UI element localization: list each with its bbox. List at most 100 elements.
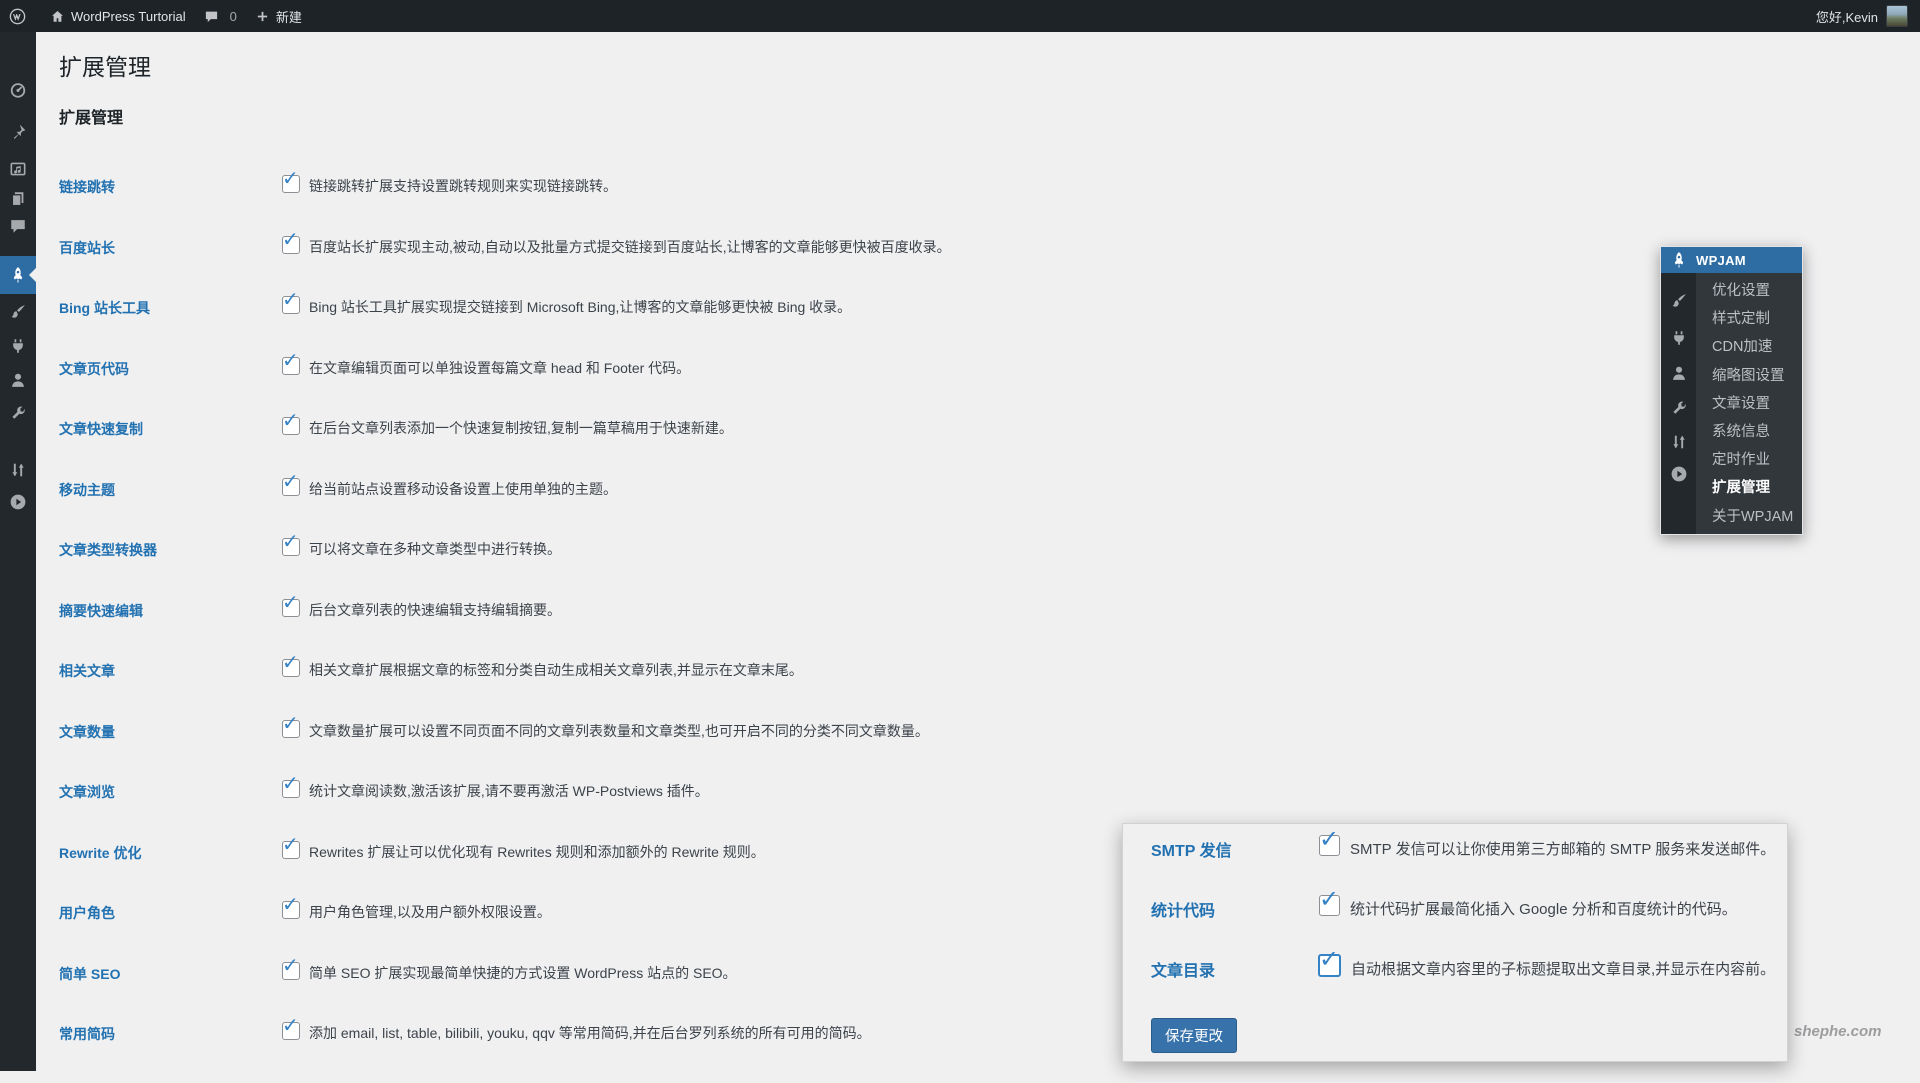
extension-checkbox[interactable]: ✓ bbox=[282, 841, 300, 859]
flyout-header[interactable]: WPJAM bbox=[1661, 247, 1802, 273]
sidebar-item[interactable] bbox=[0, 154, 36, 184]
setting-name-link[interactable]: 文章目录 bbox=[1151, 955, 1319, 981]
extension-checkbox[interactable]: ✓ bbox=[282, 357, 300, 375]
extension-description: Rewrites 扩展让可以优化现有 Rewrites 规则和添加额外的 Rew… bbox=[309, 841, 765, 861]
extension-name-link[interactable]: Bing 站长工具 bbox=[59, 296, 282, 318]
extension-checkbox[interactable]: ✓ bbox=[282, 780, 300, 798]
pages-icon bbox=[9, 190, 27, 208]
site-name-link[interactable]: WordPress Turtorial bbox=[41, 0, 195, 32]
comments-shortcut[interactable]: 0 bbox=[195, 0, 246, 32]
extension-description: 添加 email, list, table, bilibili, youku, … bbox=[309, 1022, 871, 1042]
setting-checkbox[interactable]: ✓ bbox=[1318, 954, 1341, 977]
extension-name-link[interactable]: 文章数量 bbox=[59, 720, 282, 742]
setting-row: SMTP 发信 ✓ SMTP 发信可以让你使用第三方邮箱的 SMTP 服务来发送… bbox=[1123, 824, 1787, 884]
setting-name-link[interactable]: 统计代码 bbox=[1151, 895, 1319, 921]
extension-checkbox[interactable]: ✓ bbox=[282, 599, 300, 617]
extension-name-link[interactable]: 常用简码 bbox=[59, 1022, 282, 1044]
extension-checkbox[interactable]: ✓ bbox=[282, 417, 300, 435]
extension-checkbox[interactable]: ✓ bbox=[282, 1022, 300, 1040]
extension-name-link[interactable]: 百度站长 bbox=[59, 236, 282, 258]
flyout-menu-item[interactable]: 缩略图设置 bbox=[1712, 362, 1802, 390]
sidebar-item[interactable] bbox=[0, 211, 36, 241]
flyout-menu-item[interactable]: 定时作业 bbox=[1712, 446, 1802, 474]
watermark: shephe.com bbox=[1794, 1023, 1882, 1040]
admin-bar: WordPress Turtorial 0 新建 您好,Kevin bbox=[0, 0, 1920, 32]
flyout-menu-item[interactable]: 样式定制 bbox=[1712, 305, 1802, 333]
extension-checkbox[interactable]: ✓ bbox=[282, 296, 300, 314]
setting-checkbox[interactable]: ✓ bbox=[1319, 895, 1340, 916]
extension-name-link[interactable]: 文章类型转换器 bbox=[59, 538, 282, 560]
extension-name-link[interactable]: 移动主题 bbox=[59, 478, 282, 500]
plug-icon bbox=[1670, 329, 1688, 347]
user-greeting[interactable]: 您好,Kevin bbox=[1816, 7, 1878, 26]
flyout-menu-item[interactable]: 文章设置 bbox=[1712, 390, 1802, 418]
extension-row: 文章快速复制 ✓ 在后台文章列表添加一个快速复制按钮,复制一篇草稿用于快速新建。 bbox=[59, 417, 1920, 478]
extension-checkbox[interactable]: ✓ bbox=[282, 720, 300, 738]
extension-name-link[interactable]: 摘要快速编辑 bbox=[59, 599, 282, 621]
sidebar-item[interactable] bbox=[0, 331, 36, 361]
extension-name-link[interactable]: Rewrite 优化 bbox=[59, 841, 282, 863]
extension-name-link[interactable]: 用户角色 bbox=[59, 901, 282, 923]
sidebar-item[interactable] bbox=[0, 117, 36, 147]
extension-checkbox[interactable]: ✓ bbox=[282, 478, 300, 496]
extension-checkbox[interactable]: ✓ bbox=[282, 962, 300, 980]
sidebar-item[interactable] bbox=[0, 75, 36, 105]
sidebar-item[interactable] bbox=[1661, 395, 1696, 423]
extension-description: 可以将文章在多种文章类型中进行转换。 bbox=[309, 538, 561, 558]
extension-checkbox[interactable]: ✓ bbox=[282, 659, 300, 677]
new-label: 新建 bbox=[276, 7, 302, 26]
extension-checkbox[interactable]: ✓ bbox=[282, 236, 300, 254]
extension-row: 文章页代码 ✓ 在文章编辑页面可以单独设置每篇文章 head 和 Footer … bbox=[59, 357, 1920, 418]
comments-count: 0 bbox=[230, 9, 237, 24]
check-icon: ✓ bbox=[282, 169, 299, 189]
avatar[interactable] bbox=[1886, 5, 1908, 27]
extension-name-link[interactable]: 文章快速复制 bbox=[59, 417, 282, 439]
flyout-menu-item[interactable]: 优化设置 bbox=[1712, 277, 1802, 305]
extension-description: 百度站长扩展实现主动,被动,自动以及批量方式提交链接到百度站长,让博客的文章能够… bbox=[309, 236, 951, 256]
sidebar-item[interactable] bbox=[0, 399, 36, 429]
sidebar-item[interactable] bbox=[0, 256, 36, 294]
sidebar-item[interactable] bbox=[1661, 359, 1696, 387]
sidebar-item[interactable] bbox=[0, 365, 36, 395]
sidebar-item[interactable] bbox=[0, 297, 36, 327]
setting-checkbox[interactable]: ✓ bbox=[1319, 835, 1340, 856]
check-icon: ✓ bbox=[1319, 828, 1339, 852]
extension-checkbox[interactable]: ✓ bbox=[282, 901, 300, 919]
extension-row: 摘要快速编辑 ✓ 后台文章列表的快速编辑支持编辑摘要。 bbox=[59, 599, 1920, 660]
extension-checkbox[interactable]: ✓ bbox=[282, 538, 300, 556]
rocket-icon bbox=[9, 266, 27, 284]
extension-name-link[interactable]: 链接跳转 bbox=[59, 175, 282, 197]
setting-row: 统计代码 ✓ 统计代码扩展最简化插入 Google 分析和百度统计的代码。 bbox=[1123, 884, 1787, 944]
sidebar-item[interactable] bbox=[0, 184, 36, 214]
setting-name-link[interactable]: SMTP 发信 bbox=[1151, 835, 1319, 861]
extension-description: 统计文章阅读数,激活该扩展,请不要再激活 WP-Postviews 插件。 bbox=[309, 780, 709, 800]
setting-description: SMTP 发信可以让你使用第三方邮箱的 SMTP 服务来发送邮件。 bbox=[1350, 835, 1775, 859]
extension-description: 后台文章列表的快速编辑支持编辑摘要。 bbox=[309, 599, 561, 619]
flyout-menu-item[interactable]: CDN加速 bbox=[1712, 333, 1802, 361]
plus-icon bbox=[255, 9, 270, 24]
sidebar-item[interactable] bbox=[0, 487, 36, 517]
extension-checkbox[interactable]: ✓ bbox=[282, 175, 300, 193]
sidebar-item[interactable] bbox=[0, 455, 36, 485]
extension-row: 文章类型转换器 ✓ 可以将文章在多种文章类型中进行转换。 bbox=[59, 538, 1920, 599]
user-icon bbox=[9, 371, 27, 389]
extension-name-link[interactable]: 文章页代码 bbox=[59, 357, 282, 379]
sliders-icon bbox=[1670, 433, 1688, 451]
flyout-menu-item[interactable]: 系统信息 bbox=[1712, 418, 1802, 446]
sidebar-item[interactable] bbox=[1661, 460, 1696, 488]
sidebar-item[interactable] bbox=[1661, 287, 1696, 315]
flyout-menu-item[interactable]: 关于WPJAM bbox=[1712, 503, 1802, 531]
extension-name-link[interactable]: 文章浏览 bbox=[59, 780, 282, 802]
wordpress-logo-menu[interactable] bbox=[0, 0, 41, 32]
new-content-menu[interactable]: 新建 bbox=[246, 0, 311, 32]
sidebar-item[interactable] bbox=[1661, 324, 1696, 352]
extension-name-link[interactable]: 简单 SEO bbox=[59, 962, 282, 984]
save-changes-button[interactable]: 保存更改 bbox=[1151, 1018, 1237, 1053]
admin-sidebar bbox=[0, 32, 36, 1071]
extension-description: 给当前站点设置移动设备设置上使用单独的主题。 bbox=[309, 478, 617, 498]
extension-name-link[interactable]: 相关文章 bbox=[59, 659, 282, 681]
setting-row: 文章目录 ✓ 自动根据文章内容里的子标题提取出文章目录,并显示在内容前。 bbox=[1123, 944, 1787, 1004]
sidebar-item[interactable] bbox=[1661, 428, 1696, 456]
flyout-menu-item[interactable]: 扩展管理 bbox=[1712, 474, 1802, 502]
play-icon bbox=[1670, 465, 1688, 483]
